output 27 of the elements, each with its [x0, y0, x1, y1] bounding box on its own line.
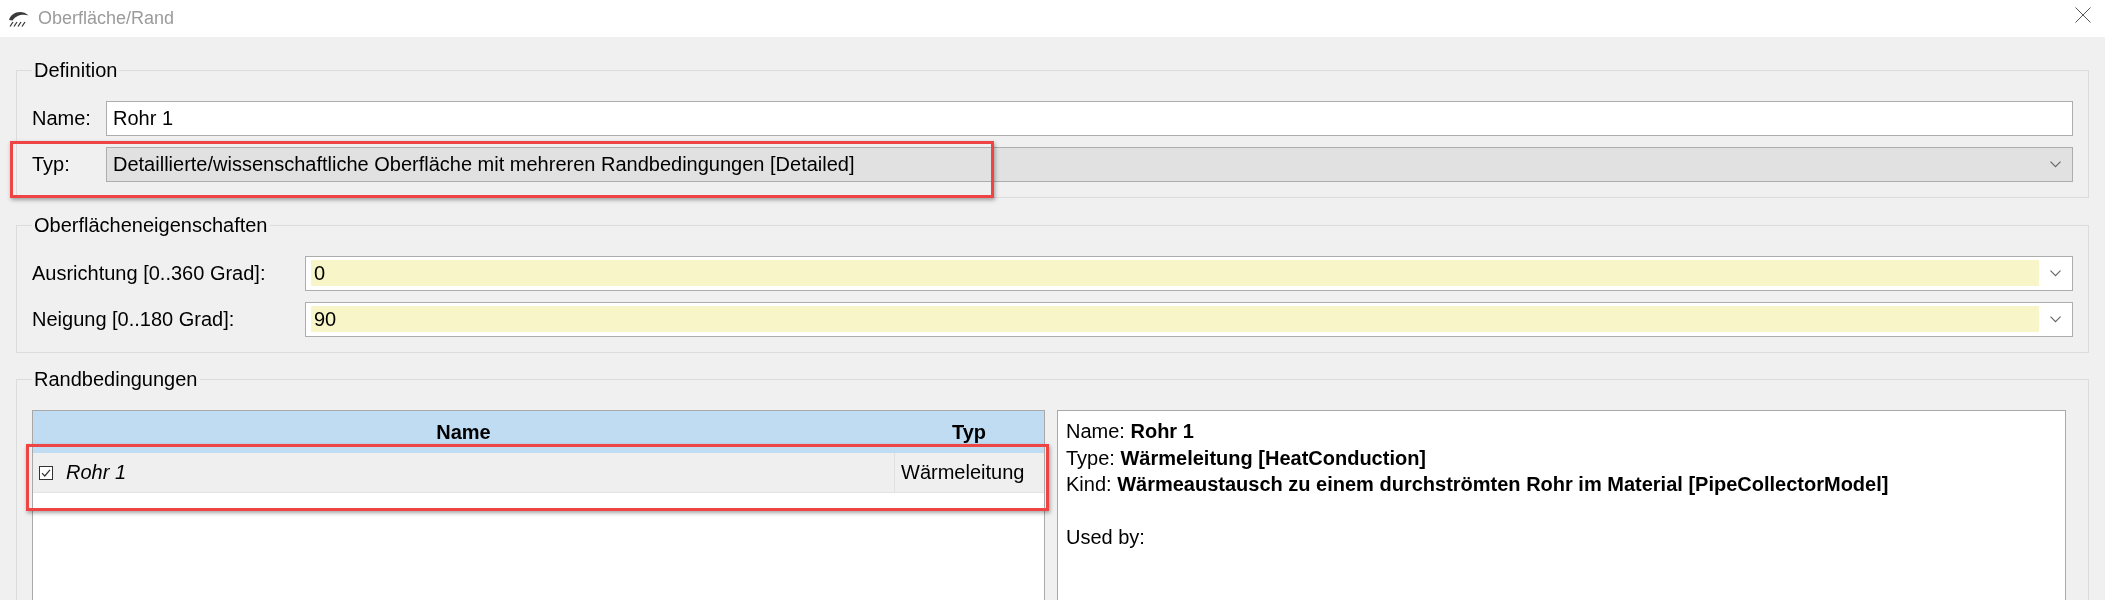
checkbox[interactable] — [39, 465, 53, 480]
column-header[interactable]: Name — [436, 420, 491, 444]
window-title: Oberfläche/Rand — [38, 8, 175, 29]
logo-icon — [8, 10, 29, 27]
table-cell: Rohr 1 — [66, 461, 127, 484]
chevron-icon — [2050, 161, 2061, 168]
value-dropdown[interactable]: 0 — [305, 256, 2073, 291]
dropdown[interactable]: Detaillierte/wissenschaftliche Oberfläche mit mehreren Randbedingungen [Detailed] — [106, 147, 2073, 182]
chevron-icon — [2050, 316, 2061, 323]
field-label: Ausrichtung [0..360 Grad]: — [32, 262, 266, 285]
detail-line: Type: Wärmeleitung [HeatConduction] — [1066, 445, 1427, 471]
detail-line: Name: Rohr 1 — [1066, 419, 1194, 444]
field-label: Name: — [32, 107, 91, 130]
value-dropdown[interactable]: 90 — [305, 302, 2073, 337]
text-field[interactable]: Rohr 1 — [106, 101, 2073, 136]
used-by-label: Used by: — [1066, 524, 1145, 550]
column-header[interactable]: Typ — [951, 420, 987, 444]
table-row[interactable]: Rohr 1 Wärmeleitung — [33, 453, 1044, 493]
group-title: Oberflächeneigenschaften — [33, 213, 269, 237]
field-label: Typ: — [32, 153, 70, 176]
group-title: Definition — [33, 58, 119, 82]
table-cell: Wärmeleitung — [894, 453, 1044, 492]
detail-line: Kind: Wärmeaustausch zu einem durchströmten Rohr im Material [PipeCollectorModel] — [1066, 472, 1889, 497]
field-label: Neigung [0..180 Grad]: — [32, 308, 235, 331]
group-title: Randbedingungen — [33, 367, 199, 391]
chevron-icon — [2050, 270, 2061, 277]
close-icon[interactable] — [2075, 7, 2091, 23]
